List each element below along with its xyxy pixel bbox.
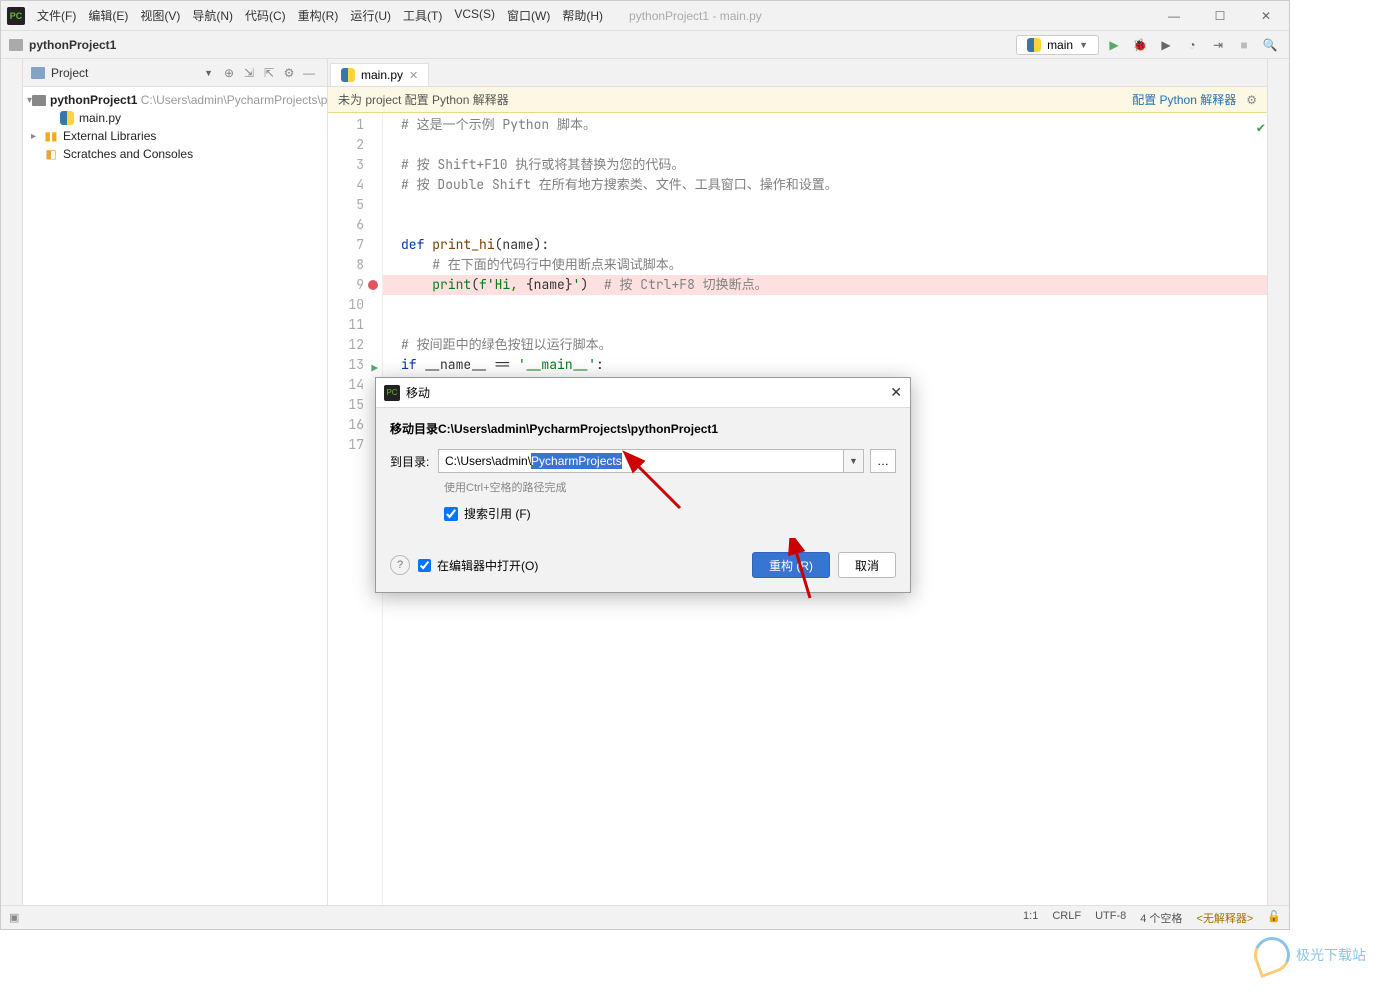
chevron-down-icon[interactable]: ▼	[204, 68, 213, 78]
close-button[interactable]: ✕	[1243, 1, 1289, 31]
gear-icon[interactable]: ⚙	[1246, 93, 1257, 107]
debug-button[interactable]: 🐞	[1129, 34, 1151, 56]
menu-item[interactable]: 运行(U)	[344, 3, 397, 28]
python-file-icon	[341, 68, 355, 82]
cancel-button[interactable]: 取消	[838, 552, 896, 578]
menu-item[interactable]: 导航(N)	[186, 3, 239, 28]
window-title: pythonProject1 - main.py	[609, 9, 1151, 23]
breakpoint-icon[interactable]	[368, 280, 378, 290]
window-controls: — ☐ ✕	[1151, 1, 1289, 31]
caret-position[interactable]: 1:1	[1023, 910, 1038, 926]
scratches-node[interactable]: ◧ Scratches and Consoles	[23, 145, 327, 163]
tab-label: main.py	[361, 68, 403, 82]
status-bar: ▣ 1:1 CRLF UTF-8 4 个空格 <无解释器> 🔓	[1, 905, 1289, 929]
path-completion-hint: 使用Ctrl+空格的路径完成	[444, 479, 896, 495]
readonly-toggle-icon[interactable]: 🔓	[1267, 910, 1281, 926]
select-opened-file-icon[interactable]: ⊕	[219, 66, 239, 80]
search-references-checkbox[interactable]: 搜索引用 (F)	[444, 505, 896, 522]
move-dialog: PC 移动 ✕ 移动目录C:\Users\admin\PycharmProjec…	[375, 377, 911, 593]
interpreter-status[interactable]: <无解释器>	[1196, 910, 1253, 926]
file-encoding[interactable]: UTF-8	[1095, 910, 1126, 926]
dialog-heading: 移动目录C:\Users\admin\PycharmProjects\pytho…	[390, 420, 896, 437]
settings-icon[interactable]: ⚙	[279, 66, 299, 80]
watermark-logo-icon	[1249, 932, 1295, 978]
project-tool-header: Project ▼ ⊕ ⇲ ⇱ ⚙ —	[23, 59, 327, 87]
python-file-icon	[60, 111, 74, 125]
python-icon	[1027, 38, 1041, 52]
tool-window-toggle-icon[interactable]: ▣	[9, 911, 19, 924]
project-tree[interactable]: ▾ pythonProject1 C:\Users\admin\PycharmP…	[23, 87, 327, 167]
scratch-icon: ◧	[43, 147, 59, 161]
run-config-selector[interactable]: main ▼	[1016, 35, 1099, 55]
run-coverage-button[interactable]: ▶	[1155, 34, 1177, 56]
run-button[interactable]: ▶	[1103, 34, 1125, 56]
attach-button[interactable]: ⇥	[1207, 34, 1229, 56]
open-in-editor-checkbox[interactable]: 在编辑器中打开(O)	[418, 557, 538, 574]
run-config-name: main	[1047, 38, 1073, 52]
chevron-down-icon: ▼	[1079, 40, 1088, 50]
history-dropdown-icon[interactable]: ▼	[844, 449, 864, 473]
menu-item[interactable]: VCS(S)	[448, 3, 501, 28]
tree-file-node[interactable]: main.py	[23, 109, 327, 127]
external-libraries-node[interactable]: ▸ ▮▮ External Libraries	[23, 127, 327, 145]
minimize-button[interactable]: —	[1151, 1, 1197, 31]
project-root-label: pythonProject1	[50, 93, 137, 107]
menu-item[interactable]: 视图(V)	[134, 3, 186, 28]
editor-tab[interactable]: main.py ✕	[330, 63, 429, 86]
warning-text: 未为 project 配置 Python 解释器	[338, 91, 509, 108]
refactor-button[interactable]: 重构 (R)	[752, 552, 830, 578]
watermark-text: 极光下载站	[1296, 945, 1366, 965]
project-tool-window: Project ▼ ⊕ ⇲ ⇱ ⚙ — ▾ pythonProject1 C:\…	[23, 59, 328, 905]
project-tool-title[interactable]: Project	[51, 66, 204, 80]
tab-close-icon[interactable]: ✕	[409, 69, 418, 82]
menu-item[interactable]: 重构(R)	[292, 3, 345, 28]
menu-item[interactable]: 编辑(E)	[82, 3, 134, 28]
watermark: 极光下载站	[1254, 937, 1366, 973]
titlebar: PC 文件(F)编辑(E)视图(V)导航(N)代码(C)重构(R)运行(U)工具…	[1, 1, 1289, 31]
left-tool-stripe[interactable]	[1, 59, 23, 905]
dialog-close-icon[interactable]: ✕	[890, 384, 902, 401]
app-icon: PC	[384, 385, 400, 401]
menu-item[interactable]: 帮助(H)	[556, 3, 609, 28]
navigation-bar: pythonProject1 main ▼ ▶ 🐞 ▶ ◔ ⇥ ■ 🔍	[1, 31, 1289, 59]
main-menu: 文件(F)编辑(E)视图(V)导航(N)代码(C)重构(R)运行(U)工具(T)…	[31, 3, 609, 28]
to-directory-label: 到目录:	[390, 453, 438, 470]
interpreter-warning-bar: 未为 project 配置 Python 解释器 配置 Python 解释器 ⚙	[328, 87, 1267, 113]
help-button[interactable]: ?	[390, 555, 410, 575]
expand-all-icon[interactable]: ⇲	[239, 66, 259, 80]
dialog-title: 移动	[406, 384, 890, 401]
line-separator[interactable]: CRLF	[1052, 910, 1081, 926]
indent-setting[interactable]: 4 个空格	[1140, 910, 1182, 926]
project-icon	[31, 67, 45, 79]
directory-path-input[interactable]: C:\Users\admin\PycharmProjects	[438, 449, 844, 473]
collapse-all-icon[interactable]: ⇱	[259, 66, 279, 80]
configure-interpreter-link[interactable]: 配置 Python 解释器	[1132, 91, 1236, 108]
menu-item[interactable]: 代码(C)	[239, 3, 292, 28]
folder-icon	[32, 95, 46, 106]
app-icon: PC	[7, 7, 25, 25]
menu-item[interactable]: 文件(F)	[31, 3, 82, 28]
right-tool-stripe[interactable]	[1267, 59, 1289, 905]
menu-item[interactable]: 工具(T)	[397, 3, 448, 28]
project-root-node[interactable]: ▾ pythonProject1 C:\Users\admin\PycharmP…	[23, 91, 327, 109]
browse-button[interactable]: …	[870, 449, 896, 473]
profile-button[interactable]: ◔	[1181, 34, 1203, 56]
project-breadcrumb[interactable]: pythonProject1	[29, 38, 116, 52]
folder-icon	[9, 39, 23, 51]
library-icon: ▮▮	[43, 129, 59, 143]
inspection-ok-icon[interactable]: ✔	[1257, 119, 1265, 137]
checkbox-input[interactable]	[418, 559, 431, 572]
checkbox-input[interactable]	[444, 507, 458, 521]
dialog-titlebar[interactable]: PC 移动 ✕	[376, 378, 910, 408]
hide-icon[interactable]: —	[299, 66, 319, 80]
run-gutter-icon[interactable]: ▶	[371, 359, 378, 379]
stop-button[interactable]: ■	[1233, 34, 1255, 56]
expand-arrow-icon[interactable]: ▸	[31, 131, 43, 142]
search-everywhere-button[interactable]: 🔍	[1259, 34, 1281, 56]
maximize-button[interactable]: ☐	[1197, 1, 1243, 31]
menu-item[interactable]: 窗口(W)	[501, 3, 556, 28]
editor-tabs: main.py ✕	[328, 59, 1267, 87]
